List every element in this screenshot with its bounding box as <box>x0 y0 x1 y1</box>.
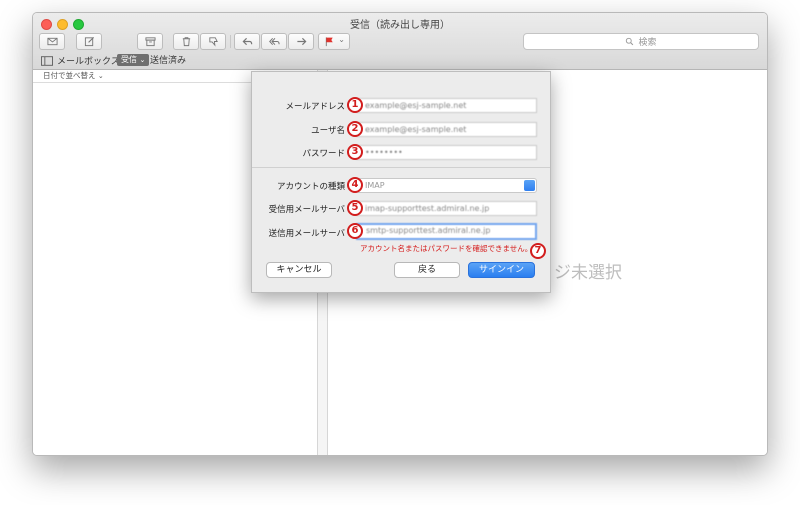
forward-icon <box>296 37 306 46</box>
chevron-down-icon: ⌄ <box>338 35 345 44</box>
sort-label: 日付で並べ替え <box>43 71 96 80</box>
username-field[interactable]: example@esj-sample.net <box>356 122 537 137</box>
archive-button[interactable] <box>137 33 163 50</box>
junk-button[interactable] <box>200 33 226 50</box>
callout-3: 3 <box>347 144 363 160</box>
email-label: メールアドレス <box>285 102 345 112</box>
reply-all-button[interactable] <box>261 33 287 50</box>
password-field[interactable]: •••••••• <box>356 145 537 160</box>
favorite-inbox-label: 受信 <box>121 55 137 64</box>
titlebar: 受信（読み出し専用） ⌄ 検索 メールボックス 受信 ⌄ 送信済み <box>33 13 767 70</box>
sidebar-icon <box>41 55 53 66</box>
callout-4: 4 <box>347 177 363 193</box>
favorites-bar: メールボックス 受信 ⌄ 送信済み <box>33 51 767 70</box>
signin-button[interactable]: サインイン <box>468 262 535 278</box>
popup-arrow-icon <box>524 180 535 191</box>
search-input[interactable]: 検索 <box>523 33 759 50</box>
callout-5: 5 <box>347 200 363 216</box>
account-type-label: アカウントの種類 <box>276 182 345 192</box>
cancel-button[interactable]: キャンセル <box>266 262 332 278</box>
trash-icon <box>182 37 190 47</box>
favorite-sent[interactable]: 送信済み <box>150 53 186 66</box>
username-label: ユーザ名 <box>311 126 345 136</box>
account-setup-dialog: メールアドレス example@esj-sample.net ユーザ名 exam… <box>251 71 551 293</box>
reply-all-icon <box>268 37 280 46</box>
error-message: アカウント名またはパスワードを確認できません。 <box>360 244 533 253</box>
chevron-down-icon: ⌄ <box>139 56 146 64</box>
callout-2: 2 <box>347 121 363 137</box>
reply-button[interactable] <box>234 33 260 50</box>
thumbs-down-icon <box>208 37 218 47</box>
search-icon <box>626 37 634 46</box>
callout-7: 7 <box>530 243 546 259</box>
callout-1: 1 <box>347 97 363 113</box>
back-button[interactable]: 戻る <box>394 262 460 278</box>
flag-button[interactable]: ⌄ <box>318 33 350 50</box>
archive-icon <box>144 37 156 47</box>
account-type-select[interactable]: IMAP <box>356 178 537 193</box>
compose-button[interactable] <box>76 33 102 50</box>
password-label: パスワード <box>302 149 345 159</box>
callout-6: 6 <box>347 223 363 239</box>
flag-icon <box>325 37 333 47</box>
dialog-divider <box>252 167 550 168</box>
favorite-inbox[interactable]: 受信 ⌄ <box>117 54 150 66</box>
mailboxes-button[interactable]: メールボックス <box>41 54 120 67</box>
outgoing-server-field[interactable]: smtp-supporttest.admiral.ne.jp <box>356 223 537 240</box>
compose-icon <box>84 36 94 47</box>
incoming-server-label: 受信用メールサーバ <box>268 205 345 215</box>
incoming-server-field[interactable]: imap-supporttest.admiral.ne.jp <box>356 201 537 216</box>
email-field[interactable]: example@esj-sample.net <box>356 98 537 113</box>
forward-button[interactable] <box>288 33 314 50</box>
get-mail-button[interactable] <box>39 33 65 50</box>
search-placeholder: 検索 <box>638 38 657 48</box>
outgoing-server-label: 送信用メールサーバ <box>268 229 345 239</box>
reply-icon <box>242 37 252 46</box>
window-title: 受信（読み出し専用） <box>350 20 450 31</box>
delete-button[interactable] <box>173 33 199 50</box>
envelope-icon <box>46 37 58 46</box>
mailboxes-label: メールボックス <box>57 57 120 67</box>
toolbar-separator <box>230 35 231 48</box>
account-type-value: IMAP <box>365 181 385 190</box>
no-message-selected-text: ジ未選択 <box>554 263 622 283</box>
chevron-down-icon: ⌄ <box>97 72 104 80</box>
